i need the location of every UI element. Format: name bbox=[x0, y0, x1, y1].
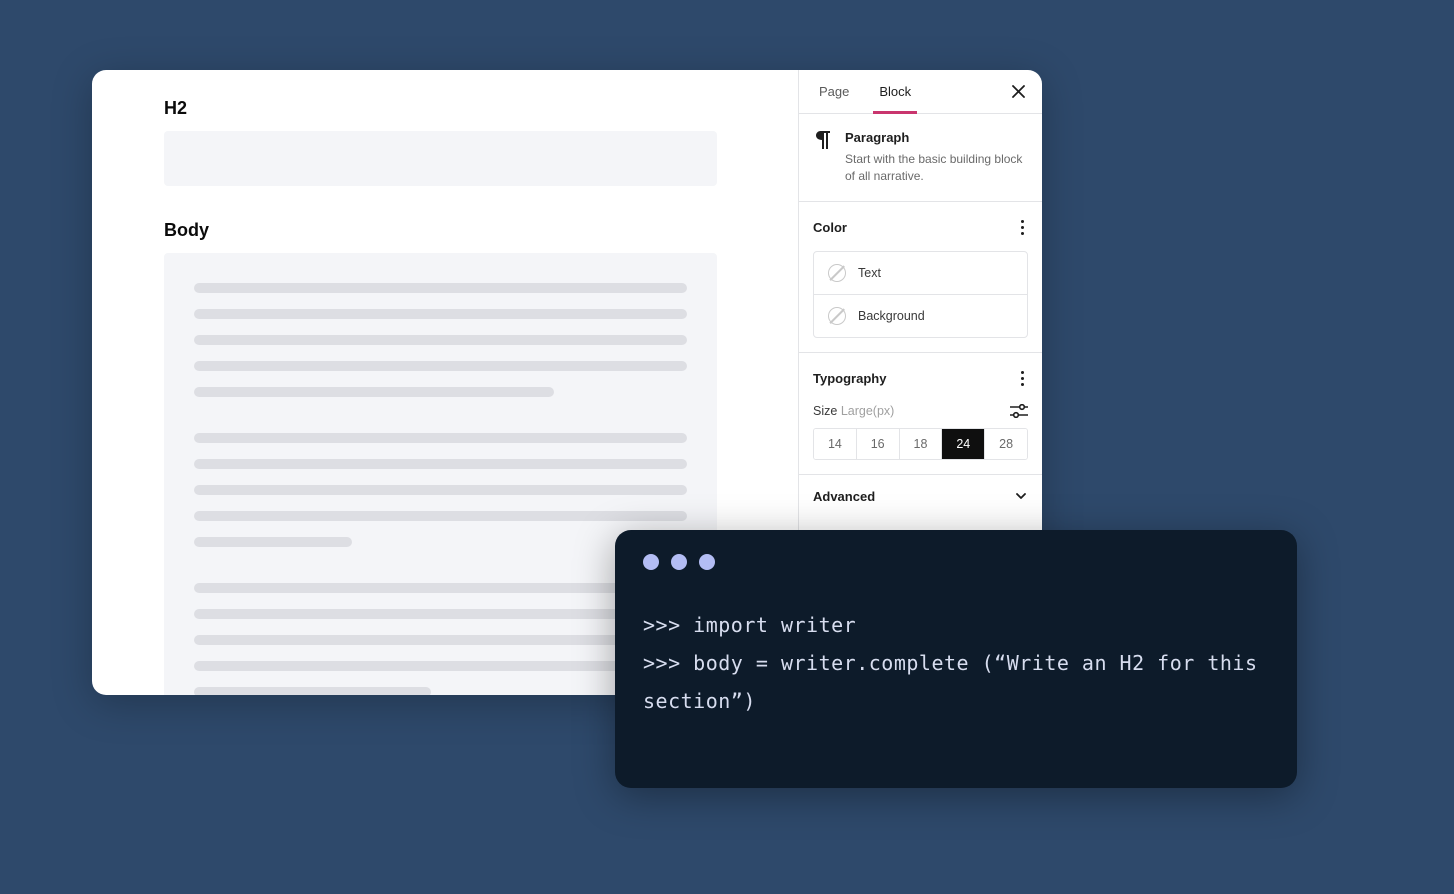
terminal-output: >>> import writer >>> body = writer.comp… bbox=[643, 606, 1269, 720]
h2-input-placeholder[interactable] bbox=[164, 131, 717, 186]
tab-block[interactable]: Block bbox=[873, 70, 917, 114]
terminal-line: >>> import writer bbox=[643, 606, 1269, 644]
size-detail: Large(px) bbox=[841, 404, 895, 418]
terminal-traffic-lights bbox=[643, 554, 1269, 570]
size-option-16[interactable]: 16 bbox=[856, 429, 899, 459]
traffic-light-icon bbox=[699, 554, 715, 570]
size-option-14[interactable]: 14 bbox=[814, 429, 856, 459]
block-title: Paragraph bbox=[845, 130, 1028, 145]
sliders-icon[interactable] bbox=[1010, 404, 1028, 418]
typography-heading: Typography bbox=[813, 371, 886, 386]
size-label: Size bbox=[813, 404, 837, 418]
advanced-toggle[interactable]: Advanced bbox=[799, 475, 1042, 518]
empty-swatch-icon bbox=[828, 264, 846, 282]
block-info-panel: Paragraph Start with the basic building … bbox=[799, 114, 1042, 202]
traffic-light-icon bbox=[643, 554, 659, 570]
advanced-label: Advanced bbox=[813, 489, 875, 504]
size-button-group: 14 16 18 24 28 bbox=[813, 428, 1028, 460]
traffic-light-icon bbox=[671, 554, 687, 570]
terminal-window: >>> import writer >>> body = writer.comp… bbox=[615, 530, 1297, 788]
body-label: Body bbox=[164, 220, 726, 241]
h2-label: H2 bbox=[164, 98, 726, 119]
empty-swatch-icon bbox=[828, 307, 846, 325]
chevron-down-icon bbox=[1014, 489, 1028, 503]
color-background-label: Background bbox=[858, 309, 925, 323]
block-description: Start with the basic building block of a… bbox=[845, 151, 1028, 185]
tab-page[interactable]: Page bbox=[813, 70, 855, 114]
more-options-icon[interactable] bbox=[1017, 216, 1028, 239]
close-icon[interactable] bbox=[1008, 82, 1028, 102]
color-text-row[interactable]: Text bbox=[814, 252, 1027, 294]
sidebar-tabs: Page Block bbox=[799, 70, 1042, 114]
color-background-row[interactable]: Background bbox=[814, 294, 1027, 337]
color-text-label: Text bbox=[858, 266, 881, 280]
size-option-18[interactable]: 18 bbox=[899, 429, 942, 459]
color-section: Color Text Background bbox=[799, 202, 1042, 353]
paragraph-icon bbox=[813, 130, 833, 150]
size-option-24[interactable]: 24 bbox=[941, 429, 984, 459]
color-heading: Color bbox=[813, 220, 847, 235]
typography-section: Typography Size Large(px) bbox=[799, 353, 1042, 475]
size-option-28[interactable]: 28 bbox=[984, 429, 1027, 459]
more-options-icon[interactable] bbox=[1017, 367, 1028, 390]
terminal-line: >>> body = writer.complete (“Write an H2… bbox=[643, 644, 1269, 720]
